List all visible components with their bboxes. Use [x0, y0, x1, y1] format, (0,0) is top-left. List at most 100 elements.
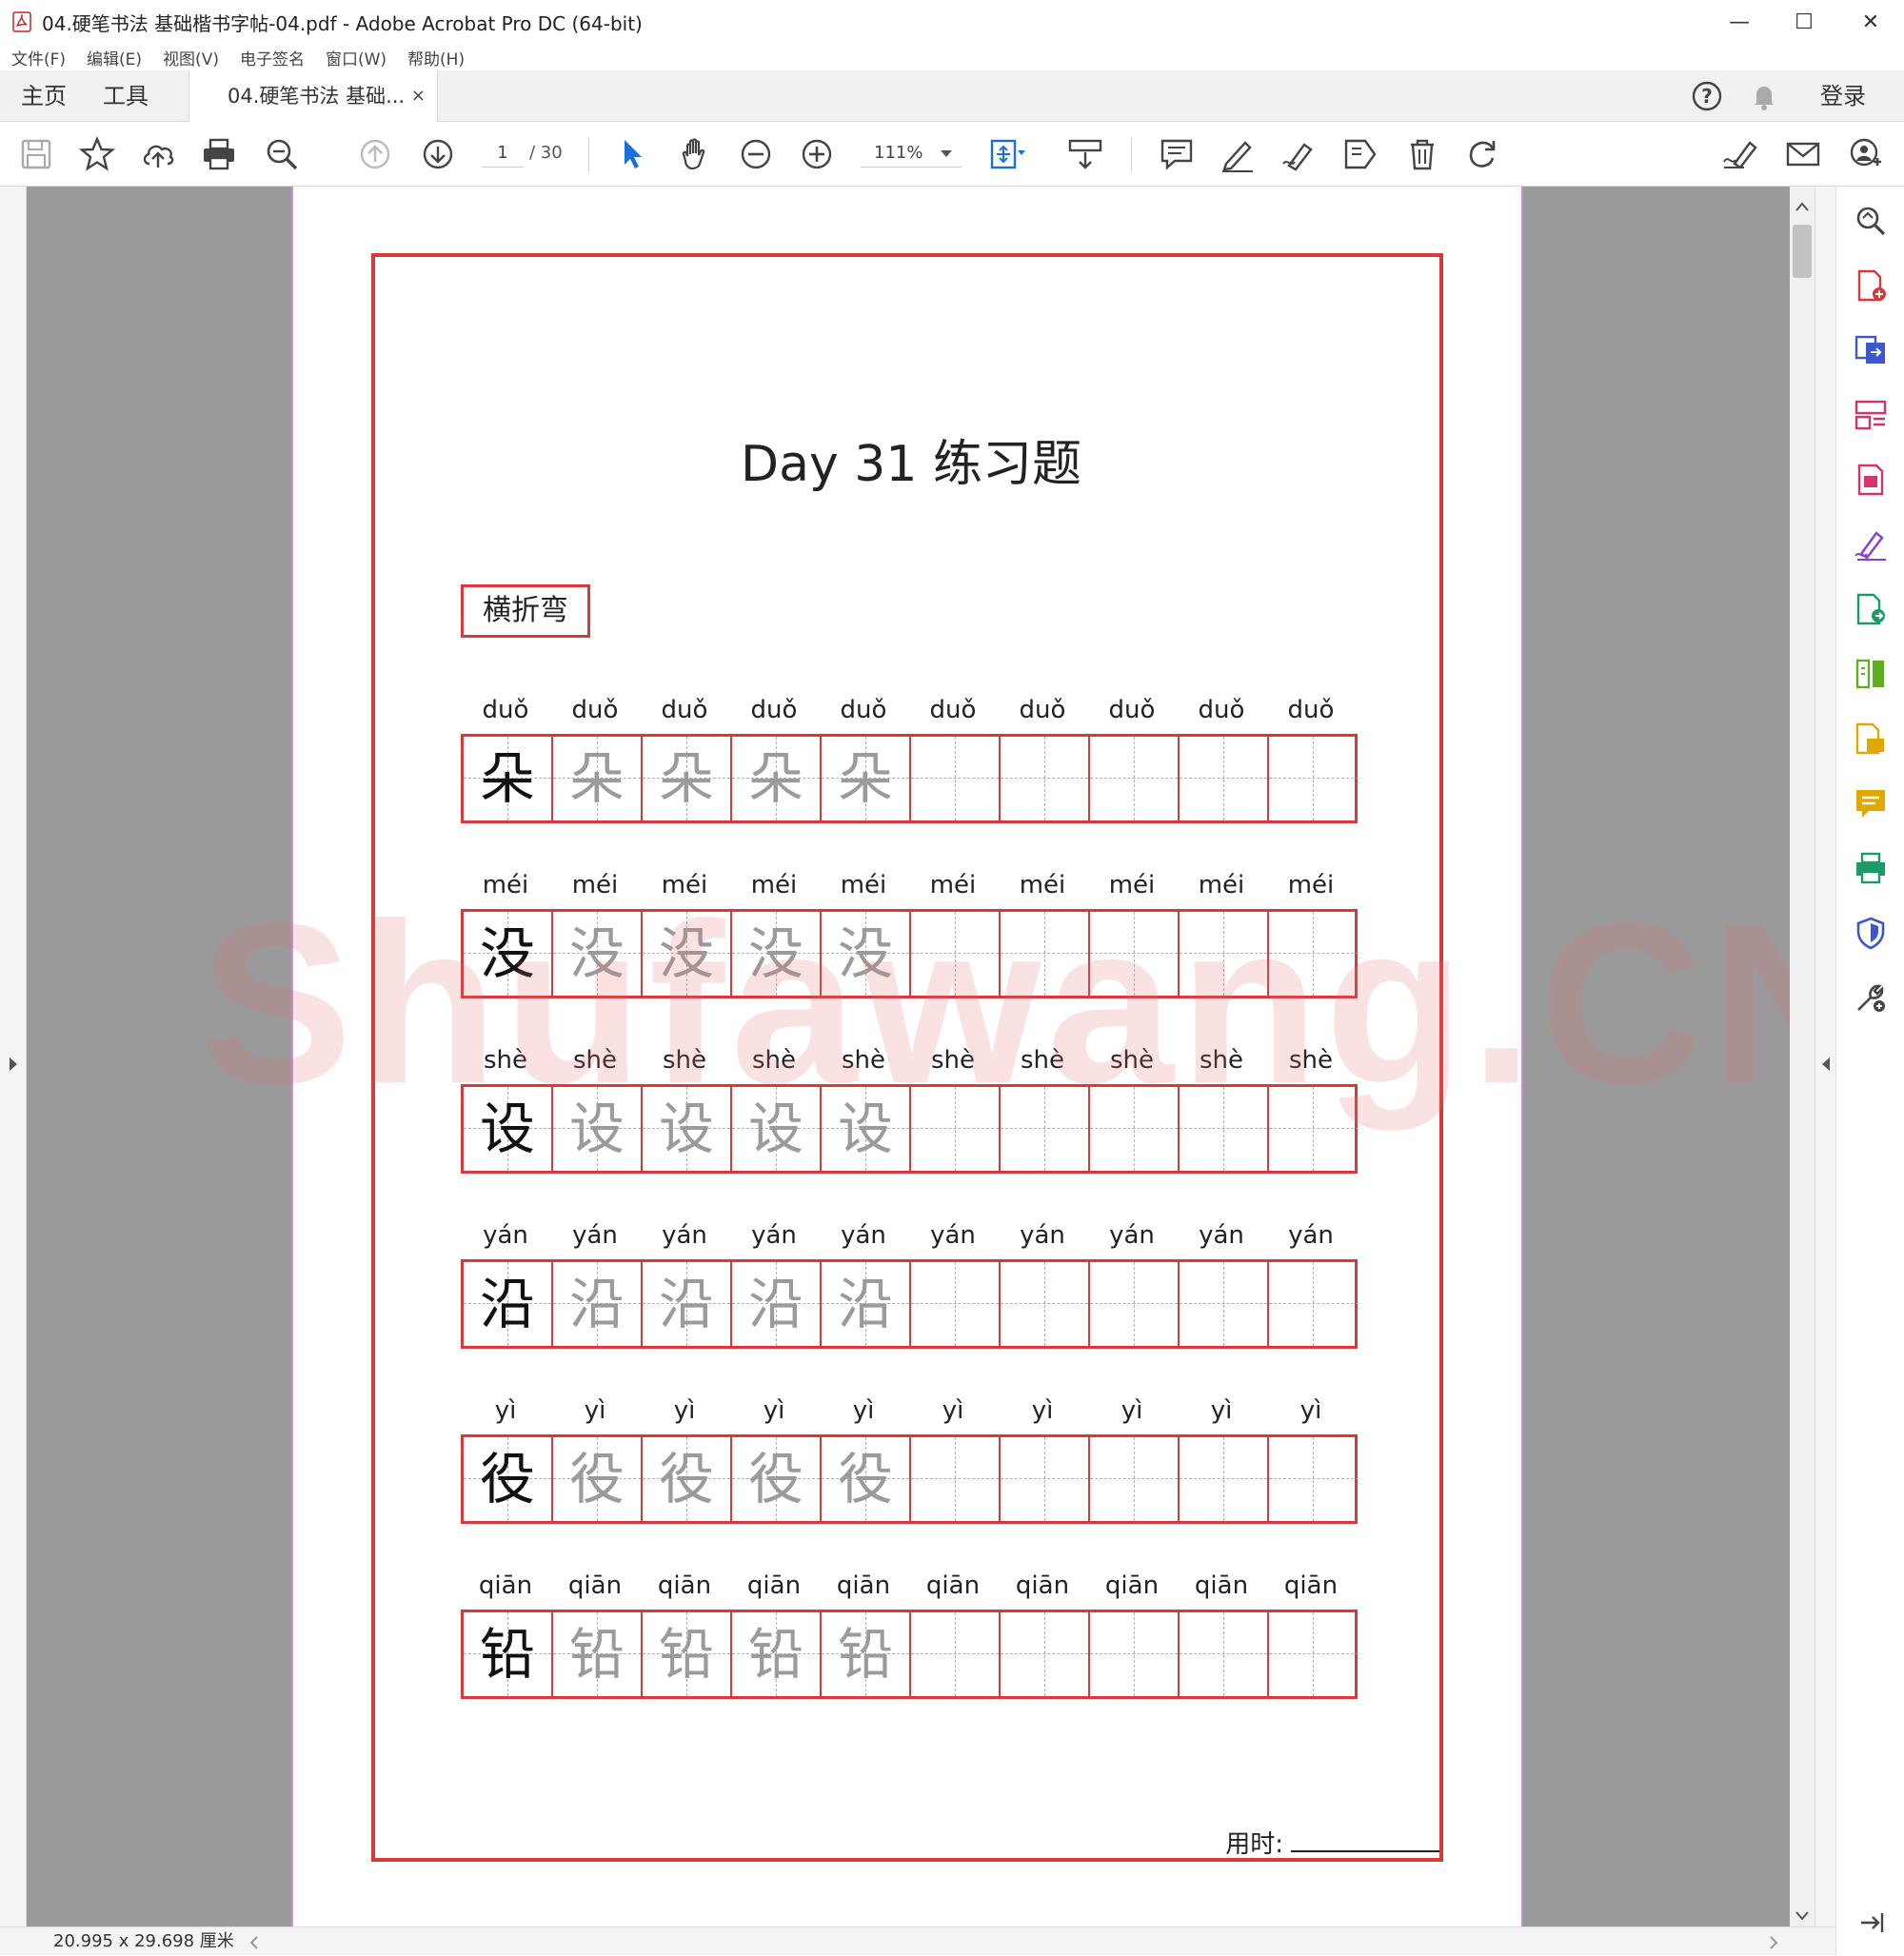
pinyin-label: shè	[930, 1046, 976, 1075]
guide-line-horizontal	[1269, 1128, 1359, 1129]
model-cell: 没	[464, 912, 553, 996]
next-page-icon[interactable]	[419, 135, 457, 173]
menu-edit[interactable]: 编辑(E)	[87, 46, 142, 69]
trace-character: 设	[568, 1097, 625, 1161]
fit-page-icon[interactable]	[988, 135, 1026, 173]
expand-left-pane-icon[interactable]	[8, 1057, 19, 1072]
menu-help[interactable]: 帮助(H)	[407, 46, 465, 69]
left-pane-toggle[interactable]	[0, 187, 27, 1926]
zoom-level-select[interactable]: 111%	[861, 139, 962, 168]
zoom-out-search-icon[interactable]	[263, 135, 301, 173]
model-character: 沿	[479, 1272, 535, 1336]
menu-file[interactable]: 文件(F)	[11, 46, 66, 69]
pinyin-label: duǒ	[929, 696, 977, 724]
tab-bar: 主页 工具 04.硬笔书法 基础... × ? 登录	[0, 70, 1904, 123]
svg-text:?: ?	[1701, 85, 1713, 108]
export-pdf-icon[interactable]	[1854, 333, 1888, 367]
tab-document[interactable]: 04.硬笔书法 基础... ×	[188, 70, 438, 123]
document-canvas[interactable]: Day 31 练习题 横折弯 duǒ duǒ duǒ duǒ duǒ duǒ duǒ duǒ d…	[27, 187, 1790, 1926]
blank-practice-cell	[1269, 1437, 1359, 1521]
pinyin-label: méi	[571, 871, 619, 899]
pinyin-label: yán	[662, 1221, 707, 1250]
pinyin-label: yì	[763, 1396, 785, 1425]
guide-line-horizontal	[1269, 1303, 1359, 1304]
guide-line-vertical	[955, 912, 956, 996]
blank-practice-cell	[911, 737, 1001, 820]
model-cell: 沿	[464, 1262, 553, 1346]
scroll-right-icon[interactable]	[1769, 1936, 1778, 1949]
comment-icon[interactable]	[1158, 135, 1196, 173]
close-tab-button[interactable]: ×	[411, 70, 426, 122]
guide-line-vertical	[1044, 737, 1045, 820]
guide-line-horizontal	[1001, 1128, 1088, 1129]
fill-sign-tool-icon[interactable]	[1854, 527, 1888, 562]
scroll-up-icon[interactable]	[1795, 202, 1809, 211]
hand-tool-icon[interactable]	[676, 135, 714, 173]
scrollbar-thumb[interactable]	[1793, 225, 1812, 278]
blank-practice-cell	[911, 1262, 1001, 1346]
highlight-pen-icon[interactable]	[1219, 135, 1257, 173]
sign-pen-icon[interactable]	[1279, 135, 1318, 173]
email-icon[interactable]	[1784, 135, 1822, 173]
redact-tag-icon[interactable]	[1340, 135, 1378, 173]
trash-icon[interactable]	[1403, 135, 1441, 173]
pinyin-label: yán	[1020, 1221, 1065, 1250]
scroll-left-icon[interactable]	[249, 1936, 259, 1949]
rotate-icon[interactable]	[1464, 135, 1502, 173]
scroll-mode-icon[interactable]	[1066, 135, 1104, 173]
select-arrow-icon[interactable]	[613, 135, 651, 173]
close-window-button[interactable]: ✕	[1839, 0, 1902, 44]
login-button[interactable]: 登录	[1820, 70, 1866, 122]
pinyin-label: qiān	[1283, 1571, 1339, 1600]
maximize-button[interactable]: ☐	[1773, 0, 1835, 44]
blank-practice-cell	[1269, 1087, 1359, 1171]
pinyin-label: méi	[750, 871, 798, 899]
collapse-panel-icon[interactable]	[1854, 1906, 1888, 1940]
trace-cell: 没	[643, 912, 732, 996]
stroke-type-label: 横折弯	[461, 584, 590, 638]
save-icon[interactable]	[17, 135, 55, 173]
menu-view[interactable]: 视图(V)	[163, 46, 219, 69]
pinyin-label: duǒ	[482, 696, 529, 724]
guide-line-horizontal	[1001, 1303, 1088, 1304]
model-cell: 铅	[464, 1612, 553, 1696]
more-tools-wrench-icon[interactable]	[1854, 980, 1888, 1015]
right-pane-toggle[interactable]	[1815, 187, 1835, 1926]
blank-practice-cell	[1090, 1262, 1180, 1346]
menu-window[interactable]: 窗口(W)	[326, 46, 387, 69]
fill-sign-icon[interactable]	[1721, 135, 1759, 173]
zoom-out-icon[interactable]	[737, 135, 775, 173]
trace-cell: 役	[643, 1437, 732, 1521]
page-number-input[interactable]: 1	[482, 139, 524, 168]
bookmark-star-icon[interactable]	[78, 135, 116, 173]
create-pdf-icon[interactable]	[1854, 268, 1888, 303]
trace-cell: 役	[553, 1437, 643, 1521]
help-icon[interactable]: ?	[1691, 80, 1723, 112]
zoom-in-icon[interactable]	[798, 135, 836, 173]
trace-character: 沿	[568, 1272, 625, 1336]
status-bar: 20.995 x 29.698 厘米	[0, 1926, 1835, 1955]
print-production-icon[interactable]	[1854, 851, 1888, 885]
enhance-search-icon[interactable]	[1854, 204, 1888, 238]
tab-tools[interactable]: 工具	[103, 70, 149, 122]
tab-home[interactable]: 主页	[21, 70, 67, 122]
collapse-tools-pane-icon[interactable]	[1820, 1057, 1832, 1072]
scroll-down-icon[interactable]	[1795, 1911, 1809, 1921]
pinyin-label: duǒ	[1287, 696, 1335, 724]
cloud-upload-icon[interactable]	[139, 135, 177, 173]
print-icon[interactable]	[200, 135, 238, 173]
combine-files-icon[interactable]	[1854, 721, 1888, 756]
bell-icon[interactable]	[1748, 80, 1780, 112]
organize-pages-icon[interactable]	[1854, 398, 1888, 432]
send-for-review-icon[interactable]	[1854, 592, 1888, 626]
edit-pdf-icon[interactable]	[1854, 463, 1888, 497]
share-user-icon[interactable]	[1847, 135, 1885, 173]
previous-page-icon[interactable]	[356, 135, 394, 173]
compare-files-icon[interactable]	[1854, 657, 1888, 691]
minimize-button[interactable]: —	[1708, 0, 1771, 44]
vertical-scrollbar[interactable]	[1790, 187, 1815, 1926]
protect-shield-icon[interactable]	[1854, 916, 1888, 950]
comment-tool-icon[interactable]	[1854, 786, 1888, 820]
blank-practice-cell	[1269, 912, 1359, 996]
menu-esign[interactable]: 电子签名	[240, 46, 305, 69]
